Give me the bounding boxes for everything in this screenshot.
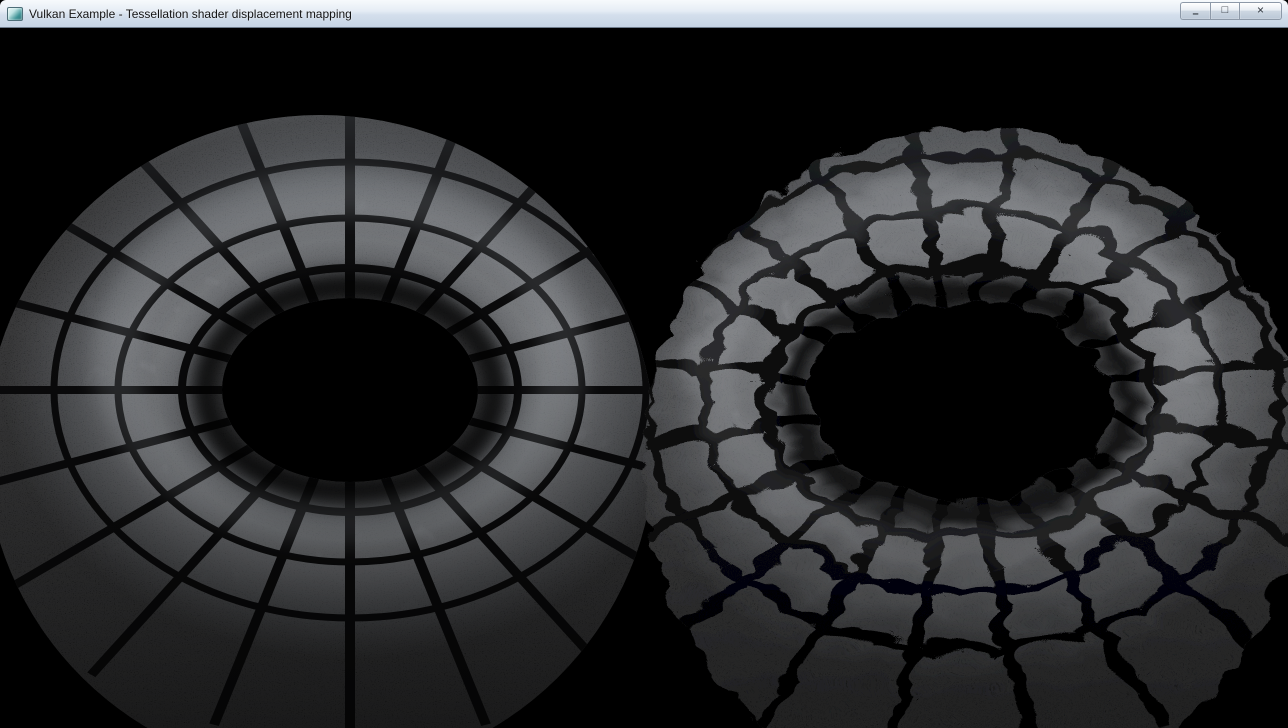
render-viewport[interactable] (0, 28, 1288, 728)
close-icon: × (1257, 4, 1264, 16)
vulkan-render-surface (0, 28, 1288, 728)
minimize-button[interactable]: – (1180, 2, 1210, 20)
window-controls: – □ × (1180, 2, 1282, 20)
window-title: Vulkan Example - Tessellation shader dis… (29, 7, 352, 21)
maximize-icon: □ (1222, 5, 1229, 16)
close-button[interactable]: × (1240, 2, 1282, 20)
minimize-icon: – (1192, 9, 1198, 20)
maximize-button[interactable]: □ (1210, 2, 1240, 20)
titlebar[interactable]: Vulkan Example - Tessellation shader dis… (0, 0, 1288, 28)
app-icon (7, 7, 23, 21)
app-window: Vulkan Example - Tessellation shader dis… (0, 0, 1288, 728)
